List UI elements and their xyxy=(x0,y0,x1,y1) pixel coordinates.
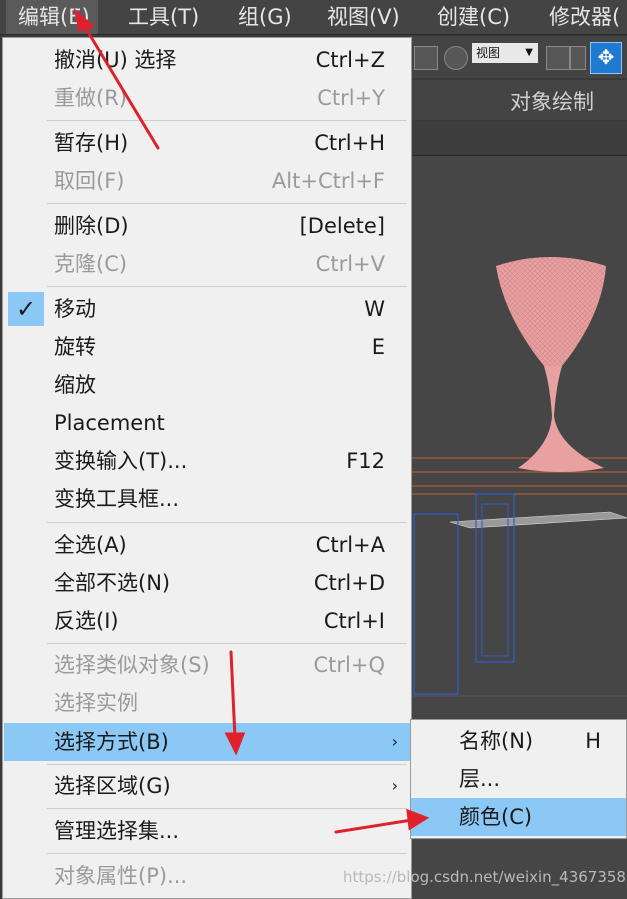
select-similar-shortcut: Ctrl+Q xyxy=(313,653,386,677)
chevron-right-icon: › xyxy=(391,732,398,751)
select-none-item[interactable]: 全部不选(N) Ctrl+D xyxy=(4,564,410,602)
transform-type-in-shortcut: F12 xyxy=(346,449,385,473)
menu-modifiers[interactable]: 修改器( xyxy=(549,0,620,34)
menu-separator xyxy=(47,808,407,809)
pivot-tool-icon[interactable] xyxy=(546,46,570,70)
delete-label: 删除(D) xyxy=(54,214,129,238)
select-by-name-item[interactable]: 名称(N) H xyxy=(411,722,626,760)
checkmark-icon: ✓ xyxy=(8,292,44,326)
select-similar-label: 选择类似对象(S) xyxy=(54,653,210,677)
hold-item[interactable]: 暂存(H) Ctrl+H xyxy=(4,124,410,162)
redo-item[interactable]: 重做(R) Ctrl+Y xyxy=(4,79,410,117)
delete-item[interactable]: 删除(D) [Delete] xyxy=(4,207,410,245)
select-none-shortcut: Ctrl+D xyxy=(313,571,385,595)
undo-label: 撤消(U) 选择 xyxy=(54,48,177,72)
fetch-item[interactable]: 取回(F) Alt+Ctrl+F xyxy=(4,162,410,200)
transform-type-in-label: 变换输入(T)... xyxy=(54,449,188,473)
fetch-label: 取回(F) xyxy=(54,169,125,193)
transform-toolbox-label: 变换工具框... xyxy=(54,487,180,511)
select-invert-shortcut: Ctrl+I xyxy=(323,609,385,633)
menu-separator xyxy=(47,764,407,765)
transform-toolbox-item[interactable]: 变换工具框... xyxy=(4,480,410,518)
select-all-shortcut: Ctrl+A xyxy=(315,533,385,557)
redo-label: 重做(R) xyxy=(54,86,127,110)
transform-type-in-item[interactable]: 变换输入(T)... F12 xyxy=(4,442,410,480)
menu-separator xyxy=(47,522,407,523)
undo-item[interactable]: 撤消(U) 选择 Ctrl+Z xyxy=(4,41,410,79)
select-by-color-item[interactable]: 颜色(C) xyxy=(411,798,626,836)
menu-bar: 编辑(E) 工具(T) 组(G) 视图(V) 创建(C) 修改器( xyxy=(0,0,627,35)
select-none-label: 全部不选(N) xyxy=(54,571,171,595)
object-paint-tab[interactable]: 对象绘制 xyxy=(510,86,594,116)
chevron-down-icon: ▼ xyxy=(525,47,533,58)
menu-edit[interactable]: 编辑(E) xyxy=(6,0,98,34)
select-by-layer-label: 层... xyxy=(459,767,501,791)
select-by-label: 选择方式(B) xyxy=(54,730,169,754)
select-by-name-label: 名称(N) xyxy=(459,729,534,753)
rotate-item[interactable]: 旋转 E xyxy=(4,328,410,366)
chevron-right-icon: › xyxy=(391,776,398,795)
select-region-label: 选择区域(G) xyxy=(54,774,171,798)
select-invert-label: 反选(I) xyxy=(54,609,119,633)
select-all-item[interactable]: 全选(A) Ctrl+A xyxy=(4,526,410,564)
menu-views[interactable]: 视图(V) xyxy=(327,0,400,34)
select-instances-item[interactable]: 选择实例 xyxy=(4,684,410,722)
clone-label: 克隆(C) xyxy=(54,252,128,276)
select-instances-label: 选择实例 xyxy=(54,691,138,715)
rotate-shortcut: E xyxy=(371,335,385,359)
menu-tools[interactable]: 工具(T) xyxy=(128,0,199,34)
reference-coordinate-select[interactable]: 视图 ▼ xyxy=(472,43,538,63)
edit-menu: 撤消(U) 选择 Ctrl+Z 重做(R) Ctrl+Y 暂存(H) Ctrl+… xyxy=(2,37,412,899)
menu-group[interactable]: 组(G) xyxy=(238,0,292,34)
scale-label: 缩放 xyxy=(54,373,96,397)
select-by-submenu: 名称(N) H 层... 颜色(C) xyxy=(410,719,627,839)
clone-shortcut: Ctrl+V xyxy=(315,252,385,276)
fetch-shortcut: Alt+Ctrl+F xyxy=(271,169,385,193)
manage-sets-label: 管理选择集... xyxy=(54,819,180,843)
menu-create[interactable]: 创建(C) xyxy=(437,0,510,34)
menu-separator xyxy=(47,286,407,287)
hold-shortcut: Ctrl+H xyxy=(314,131,385,155)
clone-item[interactable]: 克隆(C) Ctrl+V xyxy=(4,245,410,283)
rotate-label: 旋转 xyxy=(54,335,96,359)
menu-separator xyxy=(47,120,407,121)
view-select-value: 视图 xyxy=(476,46,501,60)
snap-toggle-icon[interactable] xyxy=(570,46,586,70)
select-similar-item[interactable]: 选择类似对象(S) Ctrl+Q xyxy=(4,646,410,684)
main-toolbar: 视图 ▼ ✥ xyxy=(410,36,627,78)
menu-separator xyxy=(47,853,407,854)
reference-sphere-icon[interactable] xyxy=(444,46,468,70)
placement-label: Placement xyxy=(54,411,165,435)
move-label: 移动 xyxy=(54,297,96,321)
select-all-label: 全选(A) xyxy=(54,533,127,557)
move-item[interactable]: ✓ 移动 W xyxy=(4,290,410,328)
select-by-color-label: 颜色(C) xyxy=(459,805,533,829)
select-by-name-shortcut: H xyxy=(585,729,601,753)
watermark: https://blog.csdn.net/weixin_43673589 xyxy=(343,868,627,886)
object-properties-label: 对象属性(P)... xyxy=(54,864,188,888)
menu-separator xyxy=(47,203,407,204)
hold-label: 暂存(H) xyxy=(54,131,129,155)
menu-separator xyxy=(47,643,407,644)
move-shortcut: W xyxy=(364,297,385,321)
scale-item[interactable]: 缩放 xyxy=(4,366,410,404)
redo-shortcut: Ctrl+Y xyxy=(317,86,385,110)
select-region-item[interactable]: 选择区域(G) › xyxy=(4,767,410,805)
placement-item[interactable]: Placement xyxy=(4,404,410,442)
ribbon-panel: 对象绘制 xyxy=(410,80,627,120)
goblet-mesh xyxy=(496,257,606,366)
select-by-item[interactable]: 选择方式(B) › xyxy=(4,723,410,761)
manage-selection-sets-item[interactable]: 管理选择集... xyxy=(4,812,410,850)
select-by-layer-item[interactable]: 层... xyxy=(411,760,626,798)
undo-shortcut: Ctrl+Z xyxy=(315,48,385,72)
scale-tool-icon[interactable] xyxy=(414,46,438,70)
move-tool-icon[interactable]: ✥ xyxy=(590,42,622,74)
select-invert-item[interactable]: 反选(I) Ctrl+I xyxy=(4,602,410,640)
box-wireframe[interactable] xyxy=(413,513,459,695)
delete-shortcut: [Delete] xyxy=(299,214,385,238)
ribbon-subbar xyxy=(410,121,627,156)
